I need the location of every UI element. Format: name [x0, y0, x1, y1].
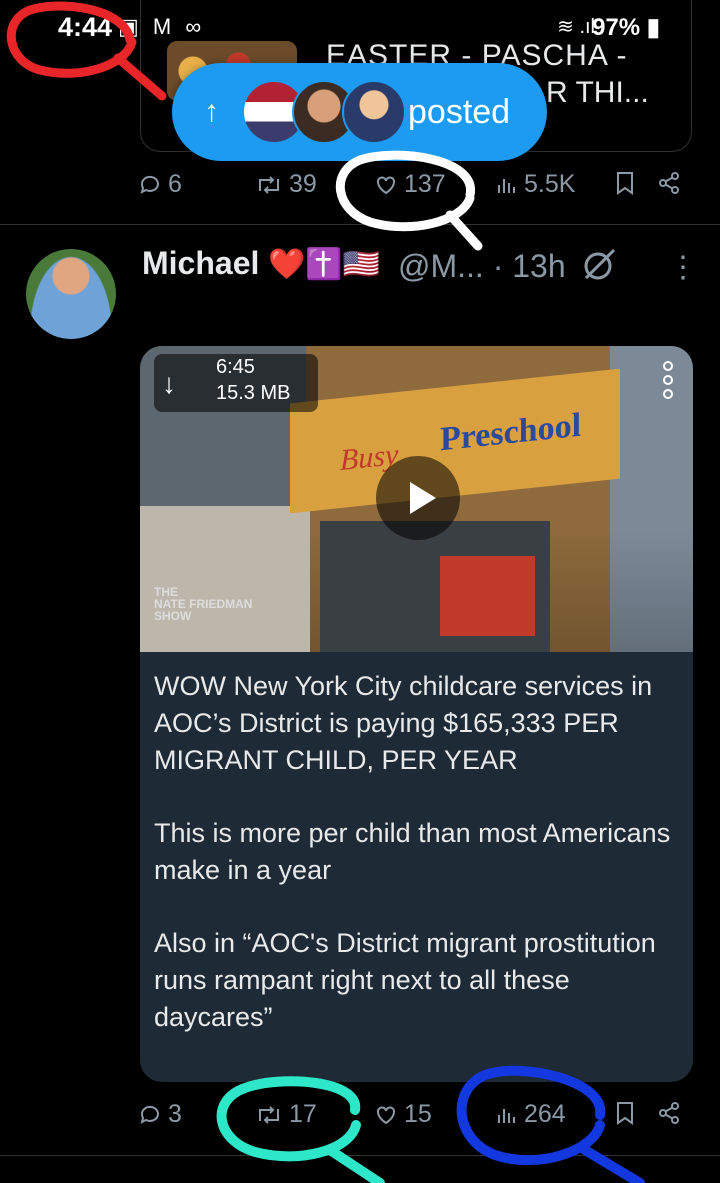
bookmark-icon: [617, 172, 633, 195]
prev-post-actions: 6 39 137 5.5K: [0, 170, 720, 210]
reply-count: 3: [168, 1100, 182, 1128]
share-icon: [659, 172, 679, 194]
video-duration: 6:45: [216, 356, 255, 378]
author-emoji: ❤️✝️🇺🇸: [268, 248, 381, 281]
repost-count: 39: [289, 170, 317, 198]
views-button[interactable]: 264: [496, 1100, 566, 1129]
download-icon[interactable]: ↓: [162, 368, 176, 400]
repost-count: 17: [289, 1100, 317, 1128]
bookmark-button[interactable]: [614, 1100, 642, 1126]
avatar[interactable]: [26, 249, 116, 339]
reply-icon: [140, 1105, 159, 1124]
repost-button[interactable]: 39: [255, 170, 317, 199]
post-text: WOW New York City childcare services in …: [154, 668, 682, 1072]
share-icon: [659, 1102, 679, 1124]
divider: [0, 1155, 720, 1156]
post-paragraph: Also in “AOC's District migrant prostitu…: [154, 928, 656, 1032]
watermark: THE NATE FRIEDMAN SHOW: [154, 585, 253, 623]
divider: [0, 224, 720, 225]
quoted-post-title-2: R THI...: [546, 76, 649, 109]
post-actions: 3 17 15 264: [0, 1100, 720, 1140]
grok-icon[interactable]: [578, 244, 620, 289]
reply-icon: [140, 175, 159, 194]
bookmark-icon: [617, 1102, 633, 1125]
heart-icon: [377, 176, 395, 194]
repost-icon: [259, 1105, 279, 1124]
arrow-up-icon: ↑: [204, 95, 219, 128]
repost-button[interactable]: 17: [255, 1100, 317, 1129]
post-meta: @M... · 13h: [398, 248, 566, 285]
new-posts-pill[interactable]: ↑ posted: [172, 63, 547, 161]
like-button[interactable]: 137: [374, 170, 446, 199]
post-paragraph: WOW New York City childcare services in …: [154, 671, 653, 775]
video-thumbnail[interactable]: Preschool Busy ↓ 6:45 15.3 MB THE NATE F…: [140, 346, 693, 652]
like-count: 137: [404, 170, 446, 198]
views-icon: [498, 1108, 515, 1123]
window-posters: [440, 556, 535, 636]
video-menu-icon[interactable]: [662, 360, 674, 400]
more-options-icon[interactable]: ⋮: [668, 250, 698, 285]
reply-count: 6: [168, 170, 182, 198]
repost-icon: [259, 175, 279, 194]
post-paragraph: This is more per child than most America…: [154, 818, 671, 885]
status-time: 4:44: [58, 12, 113, 42]
poster-avatars: [242, 80, 406, 144]
author-handle[interactable]: @M...: [398, 248, 484, 284]
post-card[interactable]: Preschool Busy ↓ 6:45 15.3 MB THE NATE F…: [140, 346, 693, 1082]
reply-button[interactable]: 6: [138, 170, 182, 199]
author-name[interactable]: Michael: [142, 245, 259, 282]
avatar: [342, 80, 406, 144]
like-button[interactable]: 15: [374, 1100, 432, 1129]
post-time: · 13h: [492, 248, 566, 284]
storefront-left: [140, 506, 310, 652]
share-button[interactable]: [656, 170, 688, 196]
posted-label: posted: [408, 92, 511, 131]
views-button[interactable]: 5.5K: [496, 170, 575, 199]
views-icon: [498, 178, 515, 193]
view-count: 5.5K: [524, 170, 576, 198]
reply-button[interactable]: 3: [138, 1100, 182, 1129]
play-icon: [410, 482, 436, 514]
view-count: 264: [524, 1100, 566, 1128]
video-size: 15.3 MB: [216, 382, 291, 404]
heart-icon: [377, 1106, 395, 1124]
like-count: 15: [404, 1100, 432, 1128]
share-button[interactable]: [656, 1100, 688, 1126]
bookmark-button[interactable]: [614, 170, 642, 196]
